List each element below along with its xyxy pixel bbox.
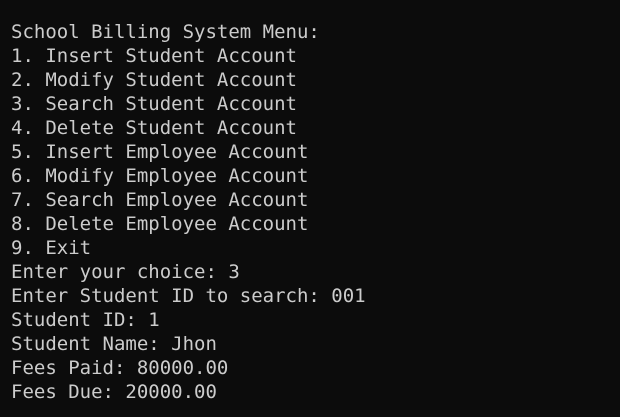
menu-item-delete-employee: 8. Delete Employee Account — [11, 213, 309, 235]
menu-item-exit: 9. Exit — [11, 237, 92, 259]
menu-title: School Billing System Menu: — [11, 21, 320, 43]
menu-item-search-employee: 7. Search Employee Account — [11, 189, 309, 211]
result-fees-paid: Fees Paid: 80000.00 — [11, 357, 229, 379]
result-student-name: Student Name: Jhon — [11, 333, 217, 355]
student-id-prompt: Enter Student ID to search: 001 — [11, 285, 366, 307]
console-window[interactable]: School Billing System Menu: 1. Insert St… — [0, 0, 620, 417]
menu-item-search-student: 3. Search Student Account — [11, 93, 297, 115]
menu-item-insert-employee: 5. Insert Employee Account — [11, 141, 309, 163]
menu-item-modify-employee: 6. Modify Employee Account — [11, 165, 309, 187]
choice-prompt: Enter your choice: 3 — [11, 261, 240, 283]
menu-item-insert-student: 1. Insert Student Account — [11, 45, 297, 67]
menu-item-delete-student: 4. Delete Student Account — [11, 117, 297, 139]
result-fees-due: Fees Due: 20000.00 — [11, 381, 217, 403]
menu-item-modify-student: 2. Modify Student Account — [11, 69, 297, 91]
result-student-id: Student ID: 1 — [11, 309, 160, 331]
